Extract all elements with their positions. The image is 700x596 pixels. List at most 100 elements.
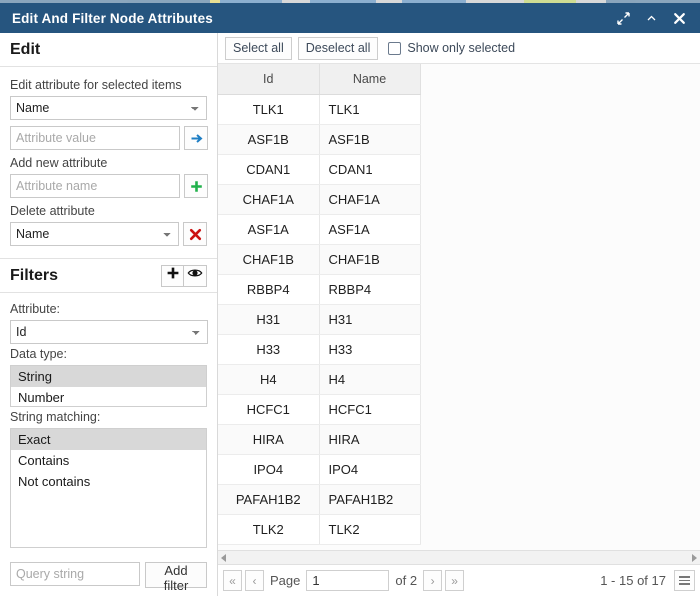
delete-attribute-select[interactable]: NameId	[10, 222, 179, 246]
filters-section: Attribute: IdName Data type: StringNumbe…	[0, 293, 217, 596]
delete-attribute-row: NameId	[10, 222, 207, 246]
table-row[interactable]: H33 H33	[218, 334, 421, 365]
cell-id[interactable]: CHAF1A	[218, 184, 320, 215]
deselect-all-button[interactable]: Deselect all	[297, 36, 379, 60]
column-header-id[interactable]: Id	[218, 64, 320, 95]
cell-name[interactable]: HIRA	[319, 424, 421, 455]
add-new-attribute-label: Add new attribute	[10, 156, 108, 170]
cell-name[interactable]: ASF1A	[319, 214, 421, 245]
attribute-name-input[interactable]	[10, 174, 180, 198]
edit-section: Edit attribute for selected items NameId	[0, 67, 217, 259]
add-attribute-button[interactable]	[184, 174, 208, 198]
cell-id[interactable]: ASF1B	[218, 124, 320, 155]
string-matching-listbox[interactable]: Exact Contains Not contains	[10, 428, 207, 548]
table-row[interactable]: RBBP4 RBBP4	[218, 274, 421, 305]
cell-id[interactable]: HCFC1	[218, 394, 320, 425]
filter-attribute-select[interactable]: IdName	[10, 320, 208, 344]
arrow-right-icon	[189, 131, 204, 146]
add-filter-button[interactable]: Add filter	[145, 562, 207, 593]
attribute-value-input[interactable]	[10, 126, 180, 150]
table-body: TLK1 TLK1 ASF1B ASF1B CDAN1 CDAN1 CHAF1A CHAF1A…	[218, 94, 421, 545]
last-page-button[interactable]: »	[445, 570, 465, 591]
string-matching-option[interactable]: Not contains	[11, 471, 206, 492]
show-only-selected-checkbox[interactable]: Show only selected	[388, 41, 515, 55]
close-icon[interactable]	[672, 11, 686, 25]
data-type-option[interactable]: String	[11, 366, 206, 387]
add-filter-icon-button[interactable]	[161, 264, 184, 287]
table-row[interactable]: H4 H4	[218, 364, 421, 395]
horizontal-scrollbar[interactable]	[218, 550, 700, 565]
cell-id[interactable]: ASF1A	[218, 214, 320, 245]
table-row[interactable]: ASF1A ASF1A	[218, 214, 421, 245]
next-page-button[interactable]: ›	[423, 570, 443, 591]
table-row[interactable]: TLK2 TLK2	[218, 514, 421, 545]
data-type-listbox[interactable]: String Number	[10, 365, 207, 407]
page-number-input[interactable]	[306, 570, 390, 591]
cell-name[interactable]: ASF1B	[319, 124, 421, 155]
cell-name[interactable]: H4	[319, 364, 421, 395]
cell-id[interactable]: PAFAH1B2	[218, 484, 320, 515]
delete-attribute-label: Delete attribute	[10, 204, 95, 218]
edit-heading: Edit	[10, 40, 41, 58]
cell-id[interactable]: H33	[218, 334, 320, 365]
table-row[interactable]: TLK1 TLK1	[218, 94, 421, 125]
table-row[interactable]: HIRA HIRA	[218, 424, 421, 455]
cell-name[interactable]: CHAF1B	[319, 244, 421, 275]
cell-id[interactable]: TLK1	[218, 94, 320, 125]
table-row[interactable]: CHAF1A CHAF1A	[218, 184, 421, 215]
cell-name[interactable]: H31	[319, 304, 421, 335]
page-label: Page	[270, 573, 301, 588]
cell-name[interactable]: RBBP4	[319, 274, 421, 305]
edit-attribute-label: Edit attribute for selected items	[10, 78, 182, 92]
cell-name[interactable]: H33	[319, 334, 421, 365]
plus-icon	[189, 179, 204, 194]
cell-name[interactable]: TLK1	[319, 94, 421, 125]
table-row[interactable]: ASF1B ASF1B	[218, 124, 421, 155]
cell-id[interactable]: H31	[218, 304, 320, 335]
cell-id[interactable]: HIRA	[218, 424, 320, 455]
table-row[interactable]: HCFC1 HCFC1	[218, 394, 421, 425]
table-row[interactable]: IPO4 IPO4	[218, 454, 421, 485]
cell-name[interactable]: IPO4	[319, 454, 421, 485]
cell-id[interactable]: CHAF1B	[218, 244, 320, 275]
show-only-selected-label: Show only selected	[407, 41, 516, 55]
apply-attribute-button[interactable]	[184, 126, 208, 150]
add-attribute-row	[10, 174, 208, 198]
chevron-up-icon[interactable]	[644, 11, 658, 25]
cell-name[interactable]: TLK2	[319, 514, 421, 545]
string-matching-option[interactable]: Exact	[11, 429, 206, 450]
scroll-left-arrow-icon[interactable]	[221, 553, 226, 562]
table-row[interactable]: PAFAH1B2 PAFAH1B2	[218, 484, 421, 515]
data-type-option[interactable]: Number	[11, 387, 206, 406]
attribute-value-row	[10, 126, 208, 150]
cell-id[interactable]: IPO4	[218, 454, 320, 485]
prev-page-button[interactable]: ‹	[245, 570, 264, 591]
edit-attribute-select[interactable]: NameId	[10, 96, 207, 120]
cell-name[interactable]: HCFC1	[319, 394, 421, 425]
first-page-button[interactable]: «	[223, 570, 242, 591]
column-header-name[interactable]: Name	[319, 64, 421, 95]
cell-name[interactable]: PAFAH1B2	[319, 484, 421, 515]
cell-id[interactable]: CDAN1	[218, 154, 320, 185]
expand-arrows-icon[interactable]	[616, 11, 630, 25]
plus-icon	[166, 266, 180, 285]
cell-name[interactable]: CHAF1A	[319, 184, 421, 215]
table-header-row: Id Name	[218, 64, 421, 95]
select-all-button[interactable]: Select all	[225, 36, 292, 60]
table-row[interactable]: CDAN1 CDAN1	[218, 154, 421, 185]
string-matching-option[interactable]: Contains	[11, 450, 206, 471]
edit-section-header: Edit	[0, 33, 217, 67]
checkbox-icon	[388, 41, 402, 55]
hamburger-menu-icon[interactable]	[674, 570, 695, 591]
cell-name[interactable]: CDAN1	[319, 154, 421, 185]
query-string-input[interactable]	[10, 562, 140, 586]
cell-id[interactable]: TLK2	[218, 514, 320, 545]
table-row[interactable]: H31 H31	[218, 304, 421, 335]
filter-attribute-label: Attribute:	[10, 302, 61, 316]
scroll-right-arrow-icon[interactable]	[692, 553, 697, 562]
cell-id[interactable]: RBBP4	[218, 274, 320, 305]
table-row[interactable]: CHAF1B CHAF1B	[218, 244, 421, 275]
preview-filters-button[interactable]	[184, 264, 207, 287]
delete-attribute-button[interactable]	[183, 222, 207, 246]
cell-id[interactable]: H4	[218, 364, 320, 395]
